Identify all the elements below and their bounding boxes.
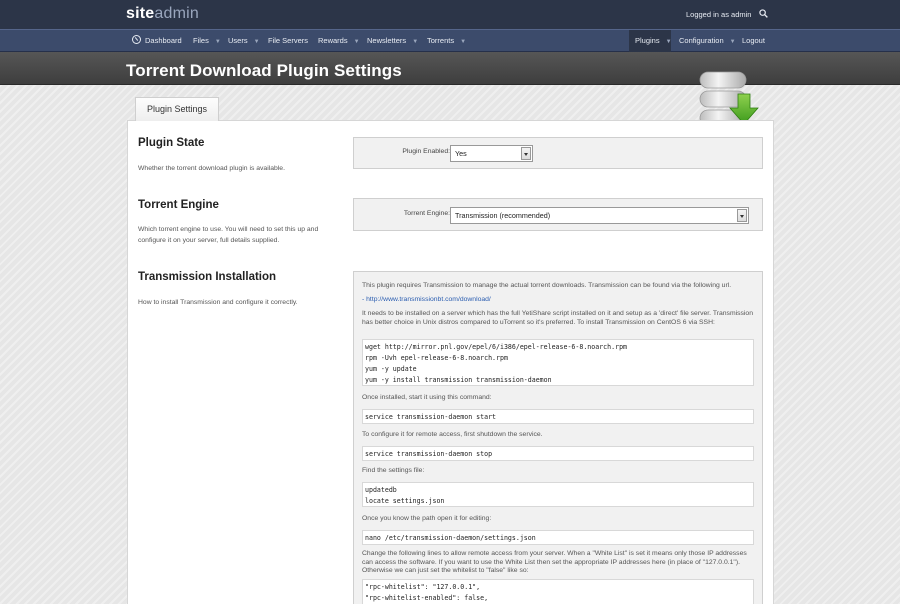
nav-dashboard[interactable]: Dashboard xyxy=(132,30,182,52)
chevron-down-icon xyxy=(737,209,747,222)
transmission-download-link[interactable]: - http://www.transmissionbt.com/download… xyxy=(362,296,491,303)
site-logo[interactable]: siteadmin xyxy=(126,5,199,23)
nav-plugins-label: Plugins xyxy=(635,36,660,45)
edit-command-code: nano /etc/transmission-daemon/settings.j… xyxy=(362,530,754,545)
code-line: nano /etc/transmission-daemon/settings.j… xyxy=(365,534,536,542)
code-line: "rpc-whitelist-enabled": false, xyxy=(365,594,489,602)
search-icon[interactable] xyxy=(759,9,768,18)
nav-configuration-label: Configuration xyxy=(679,36,724,45)
code-line: wget http://mirror.pnl.gov/epel/6/i386/e… xyxy=(365,343,628,351)
plugin-state-desc: Whether the torrent download plugin is a… xyxy=(138,165,285,172)
logo-site-text: site xyxy=(126,5,155,22)
nav-files[interactable]: Files ▼ xyxy=(193,30,221,52)
plugin-enabled-select[interactable]: Yes xyxy=(450,145,533,162)
code-line: locate settings.json xyxy=(365,497,445,505)
page-title: Torrent Download Plugin Settings xyxy=(126,61,402,80)
chevron-down-icon: ▼ xyxy=(460,39,467,45)
install-link-line: - http://www.transmissionbt.com/download… xyxy=(362,296,754,305)
install-commands-code: wget http://mirror.pnl.gov/epel/6/i386/e… xyxy=(362,339,754,386)
top-bar: siteadmin Logged in as admin xyxy=(0,0,900,29)
plugin-state-title: Plugin State xyxy=(138,137,205,149)
find-settings-code: updatedb locate settings.json xyxy=(362,482,754,507)
nav-torrents-label: Torrents xyxy=(427,36,455,45)
nav-plugins[interactable]: Plugins ▼ xyxy=(629,30,672,52)
transmission-install-title: Transmission Installation xyxy=(138,271,277,283)
chevron-down-icon: ▼ xyxy=(729,39,736,45)
code-line: rpm -Uvh epel-release-6-8.noarch.rpm xyxy=(365,354,508,362)
code-line: updatedb xyxy=(365,486,397,494)
plugin-state-box: Plugin Enabled: Yes xyxy=(353,137,763,169)
plugin-enabled-value: Yes xyxy=(455,149,467,158)
dashboard-icon xyxy=(132,35,141,44)
code-line: service transmission-daemon stop xyxy=(365,450,493,458)
chevron-down-icon: ▼ xyxy=(214,39,221,45)
nav-newsletters[interactable]: Newsletters ▼ xyxy=(367,30,418,52)
torrent-engine-value: Transmission (recommended) xyxy=(455,211,551,220)
nav-rewards-label: Rewards xyxy=(318,36,348,45)
start-command-code: service transmission-daemon start xyxy=(362,409,754,424)
logo-admin-text: admin xyxy=(154,5,199,22)
stop-command-code: service transmission-daemon stop xyxy=(362,446,754,461)
code-line: "rpc-whitelist": "127.0.0.1", xyxy=(365,583,481,591)
nav-logout[interactable]: Logout xyxy=(742,30,765,52)
whitelist-code: "rpc-whitelist": "127.0.0.1", "rpc-white… xyxy=(362,579,754,604)
nav-file-servers-label: File Servers xyxy=(268,36,309,45)
nav-configuration[interactable]: Configuration ▼ xyxy=(679,30,736,52)
title-bar: Torrent Download Plugin Settings xyxy=(0,52,900,85)
install-intro: This plugin requires Transmission to man… xyxy=(362,282,732,289)
plugin-enabled-label: Plugin Enabled: xyxy=(402,148,450,155)
logged-in-text: Logged in as admin xyxy=(686,10,752,19)
stop-instructions: To configure it for remote access, first… xyxy=(362,431,543,438)
chevron-down-icon: ▼ xyxy=(253,39,260,45)
main-nav: Dashboard Files ▼ Users ▼ File Servers Rew… xyxy=(0,29,900,52)
transmission-install-desc: How to install Transmission and configur… xyxy=(138,299,298,306)
nav-newsletters-label: Newsletters xyxy=(367,36,407,45)
nav-file-servers[interactable]: File Servers xyxy=(268,30,308,52)
chevron-down-icon: ▼ xyxy=(412,39,419,45)
torrent-engine-label: Torrent Engine: xyxy=(403,210,450,217)
nav-users-label: Users xyxy=(228,36,248,45)
whitelist-instructions: Change the following lines to allow remo… xyxy=(362,550,747,574)
edit-instructions: Once you know the path open it for editi… xyxy=(362,515,492,522)
chevron-down-icon: ▼ xyxy=(665,39,672,45)
torrent-engine-title: Torrent Engine xyxy=(138,199,219,211)
nav-torrents[interactable]: Torrents ▼ xyxy=(427,30,466,52)
nav-dashboard-label: Dashboard xyxy=(145,36,182,45)
nav-files-label: Files xyxy=(193,36,209,45)
torrent-engine-box: Torrent Engine: Transmission (recommende… xyxy=(353,198,763,231)
chevron-down-icon: ▼ xyxy=(353,39,360,45)
chevron-down-icon xyxy=(521,147,531,160)
nav-users[interactable]: Users ▼ xyxy=(228,30,260,52)
nav-logout-label: Logout xyxy=(742,36,765,45)
tab-plugin-settings[interactable]: Plugin Settings xyxy=(135,97,219,121)
nav-rewards[interactable]: Rewards ▼ xyxy=(318,30,360,52)
torrent-engine-select[interactable]: Transmission (recommended) xyxy=(450,207,749,224)
code-line: yum -y install transmission transmission… xyxy=(365,376,552,384)
torrent-engine-desc: Which torrent engine to use. You will ne… xyxy=(138,226,319,244)
find-settings-instructions: Find the settings file: xyxy=(362,467,425,474)
install-requirements: It needs to be installed on a server whi… xyxy=(362,310,753,326)
code-line: yum -y update xyxy=(365,365,417,373)
code-line: service transmission-daemon start xyxy=(365,413,497,421)
start-instructions: Once installed, start it using this comm… xyxy=(362,394,492,401)
